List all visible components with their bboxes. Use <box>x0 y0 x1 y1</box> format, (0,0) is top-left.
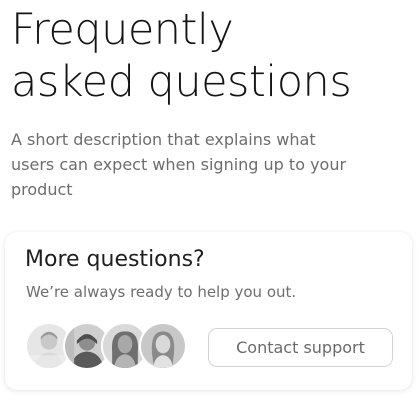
page-description: A short description that explains what u… <box>11 127 401 202</box>
support-card: More questions? We’re always ready to he… <box>5 232 412 390</box>
avatar-group <box>25 322 195 372</box>
contact-support-button[interactable]: Contact support <box>208 328 393 367</box>
page-title-line-2: asked questions <box>11 57 352 107</box>
support-card-title: More questions? <box>25 247 205 272</box>
description-line-1: A short description that explains what <box>11 130 316 149</box>
description-line-2: users can expect when signing up to your <box>11 155 347 174</box>
description-line-3: product <box>11 180 73 199</box>
page-title: Frequently asked questions <box>11 4 416 108</box>
avatar <box>139 322 187 370</box>
page-title-line-1: Frequently <box>11 5 234 55</box>
support-card-subtitle: We’re always ready to help you out. <box>26 283 297 301</box>
person-photo-4-icon <box>141 324 185 368</box>
